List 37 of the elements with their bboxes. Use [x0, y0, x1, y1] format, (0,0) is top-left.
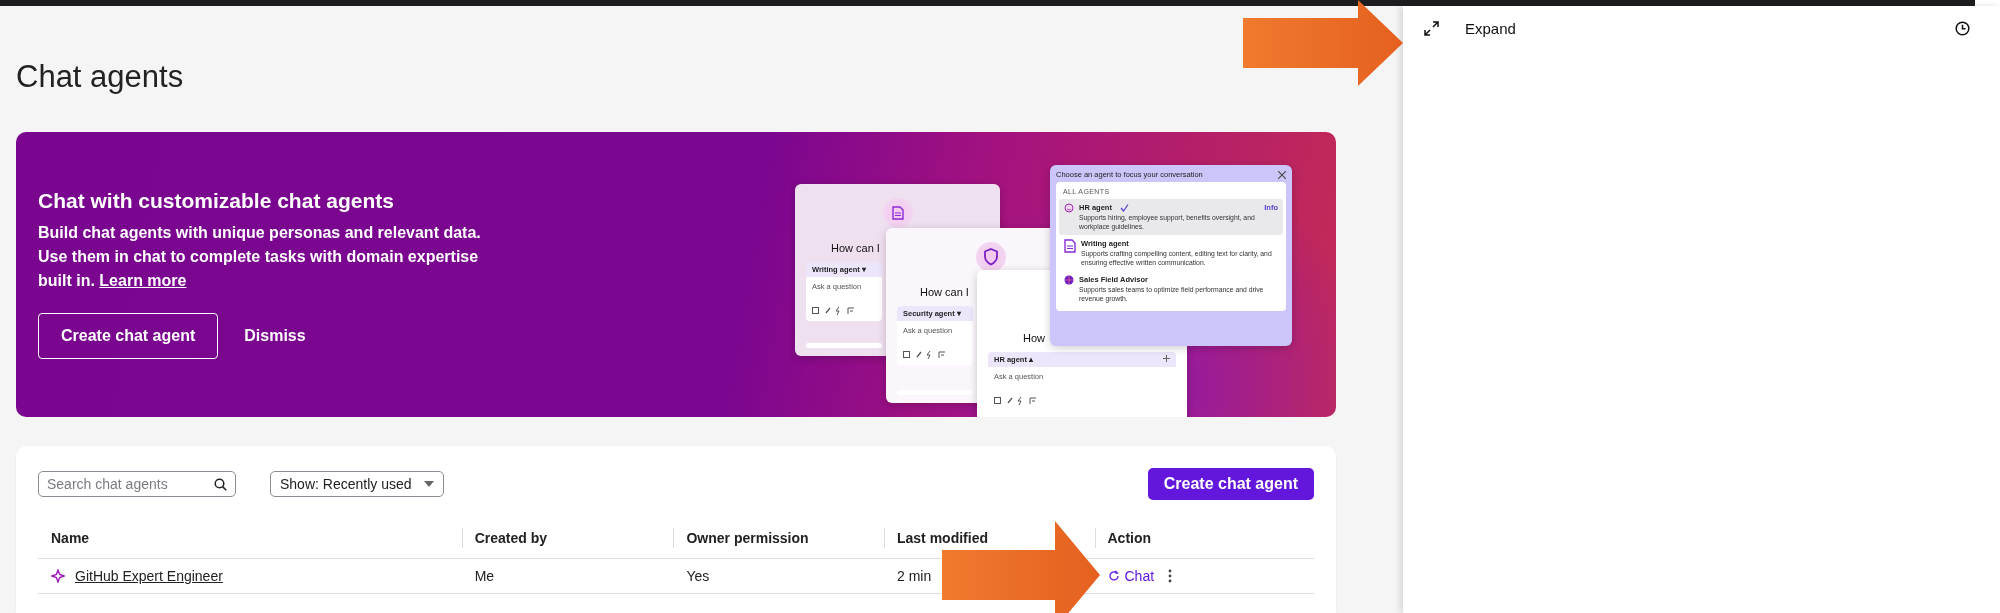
- sparkle-icon: [51, 569, 65, 583]
- column-header: Last modified: [896, 530, 988, 546]
- history-icon[interactable]: [1955, 21, 1970, 36]
- column-header: Name: [51, 530, 90, 546]
- expand-icon: [1424, 21, 1439, 36]
- dismiss-button[interactable]: Dismiss: [230, 314, 320, 358]
- search-icon: [214, 477, 227, 491]
- banner-description: Build chat agents with unique personas and relevant data. Use them in chat to complete tasks with domain expertise built in. Learn more: [38, 223, 482, 291]
- close-icon[interactable]: [1278, 170, 1286, 179]
- plus-icon: [1163, 355, 1170, 362]
- create-chat-agent-button[interactable]: Create chat agent: [38, 313, 219, 359]
- column-header: Created by: [474, 530, 547, 546]
- chat-button[interactable]: Chat: [1107, 568, 1155, 584]
- column-header: Owner permission: [686, 530, 809, 546]
- globe-icon: [1064, 275, 1074, 285]
- table-cell: Me: [461, 558, 674, 594]
- checkmark-icon: [1119, 203, 1129, 212]
- learn-more-link[interactable]: Learn more: [99, 272, 187, 289]
- chat-prompt: How can I: [831, 242, 880, 254]
- smiley-icon: [1064, 203, 1074, 213]
- column-header: Action: [1107, 530, 1152, 546]
- agent-name-link[interactable]: GitHub Expert Engineer: [75, 568, 223, 584]
- search-field[interactable]: Search chat agents: [38, 471, 236, 497]
- chat-prompt: How can I: [920, 286, 969, 298]
- more-options-icon[interactable]: [1168, 569, 1173, 583]
- shield-icon: [982, 248, 999, 266]
- banner-heading: Chat with customizable chat agents: [38, 189, 395, 213]
- expand-button[interactable]: Expand: [1424, 20, 1516, 37]
- page-title: Chat agents: [16, 58, 184, 96]
- refresh-icon: [1107, 570, 1120, 582]
- table-cell: Yes: [673, 558, 884, 594]
- filter-dropdown[interactable]: Show: Recently used: [270, 471, 444, 497]
- document-icon: [891, 206, 904, 220]
- chat-prompt: How: [1023, 332, 1045, 344]
- document-icon: [1064, 239, 1076, 253]
- caret-icon: [423, 481, 434, 487]
- create-chat-agent-button[interactable]: Create chat agent: [1147, 468, 1314, 500]
